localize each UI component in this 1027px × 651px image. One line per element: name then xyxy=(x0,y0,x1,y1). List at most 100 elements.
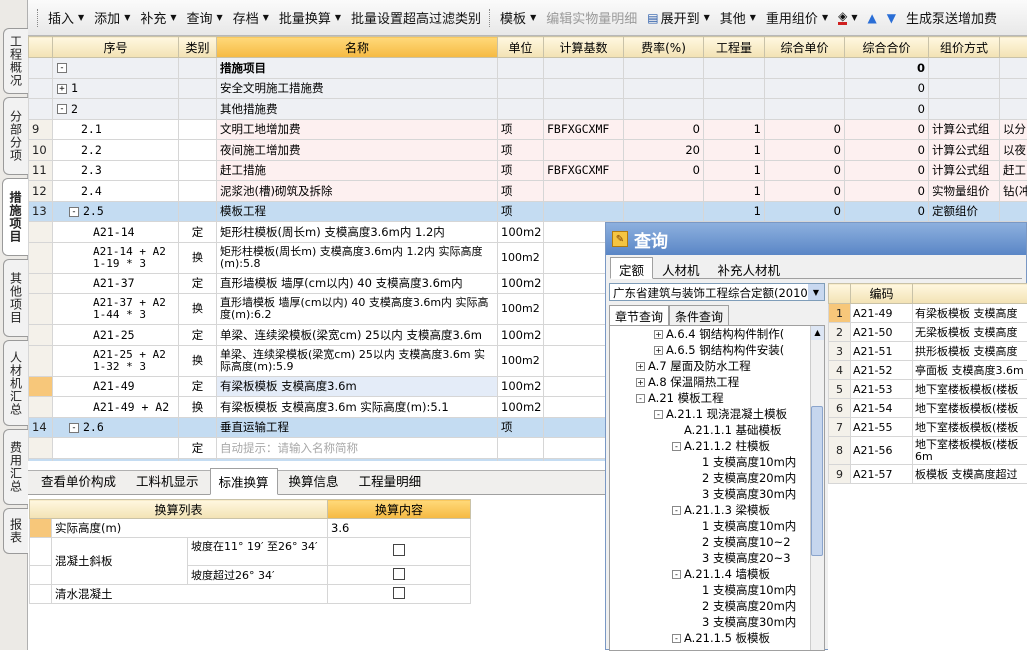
cell-total[interactable]: 0 xyxy=(845,201,929,222)
chevron-down-icon[interactable]: ▼ xyxy=(808,284,824,300)
cell-seq[interactable]: -2.6 xyxy=(53,417,179,438)
header-rate[interactable]: 费率(%) xyxy=(624,37,704,58)
cell-total[interactable]: 0 xyxy=(845,140,929,161)
header-quantity[interactable]: 工程量 xyxy=(704,37,765,58)
cell-seq[interactable]: A21-25 xyxy=(53,325,179,346)
scroll-up-icon[interactable]: ▲ xyxy=(811,326,824,340)
cell-unit[interactable]: 100m2 xyxy=(498,397,544,418)
cell-base[interactable] xyxy=(544,201,624,222)
cell-rate[interactable] xyxy=(624,99,704,120)
cell-cat[interactable] xyxy=(179,201,217,222)
cell-qty[interactable]: 1 xyxy=(704,119,765,140)
cell-unit[interactable]: 100m2 xyxy=(498,273,544,294)
tree-collapse-icon[interactable]: - xyxy=(672,634,681,643)
cell-extra[interactable] xyxy=(1000,201,1027,222)
cell-total[interactable]: 0 xyxy=(845,160,929,181)
cell-name[interactable]: 单梁、连续梁模板(梁宽cm) 25以内 支模高度3.6m 实际高度(m):5.9 xyxy=(217,345,498,376)
cell-seq[interactable]: -2.5 xyxy=(53,201,179,222)
other-menu[interactable]: 其他▼ xyxy=(715,8,761,27)
tree-node[interactable]: +A.8 保温隔热工程 xyxy=(610,374,824,390)
cell-unit[interactable]: 项 xyxy=(498,417,544,438)
conversion-row[interactable]: 实际高度(m) 3.6 xyxy=(30,519,471,538)
result-row[interactable]: 1A21-49有梁板模板 支模高度 xyxy=(829,304,1027,323)
scroll-thumb[interactable] xyxy=(811,406,823,556)
tree-expand-icon[interactable]: + xyxy=(654,330,663,339)
cell-unit[interactable]: 项 xyxy=(498,181,544,202)
tab-conversion-info[interactable]: 换算信息 xyxy=(280,467,348,494)
cell-extra[interactable] xyxy=(1000,99,1027,120)
cell-rate[interactable] xyxy=(624,58,704,79)
cell-price[interactable]: 0 xyxy=(765,140,845,161)
cell-name[interactable]: 有梁板模板 支模高度3.6m xyxy=(217,376,498,397)
result-row[interactable]: 7A21-55地下室楼板模板(楼板 xyxy=(829,418,1027,437)
cell-qty[interactable]: 1 xyxy=(704,201,765,222)
tree-node[interactable]: 3 支模高度30m内 xyxy=(610,486,824,502)
header-name[interactable]: 名称 xyxy=(217,37,498,58)
quota-book-select[interactable]: 广东省建筑与装饰工程综合定额(2010) ▼ xyxy=(609,283,825,301)
cell-rate[interactable]: 0 xyxy=(624,160,704,181)
cell-name[interactable]: 赶工措施 xyxy=(217,160,498,181)
cell-extra[interactable]: 钻(冲 xyxy=(1000,181,1027,202)
tree-node[interactable]: -A.21.1.4 墙模板 xyxy=(610,566,824,582)
cell-name[interactable]: 直形墙模板 墙厚(cm以内) 40 支模高度3.6m内 xyxy=(217,273,498,294)
tree-node[interactable]: +A.7 屋面及防水工程 xyxy=(610,358,824,374)
cell-cat[interactable] xyxy=(179,78,217,99)
template-menu[interactable]: 模板▼ xyxy=(495,8,541,27)
cell-qty[interactable] xyxy=(704,58,765,79)
cell-name[interactable]: 垂直运输工程 xyxy=(217,417,498,438)
cell-base[interactable] xyxy=(544,99,624,120)
cell-cat[interactable]: 定 xyxy=(179,325,217,346)
cell-cat[interactable] xyxy=(179,99,217,120)
tree-node[interactable]: +A.6.4 钢结构构件制作( xyxy=(610,326,824,342)
cell-base[interactable] xyxy=(544,58,624,79)
tree-node[interactable]: 1 支模高度10m内 xyxy=(610,582,824,598)
cell-base[interactable] xyxy=(544,181,624,202)
cell-extra[interactable]: 以分 xyxy=(1000,119,1027,140)
tree-collapse-icon[interactable]: - xyxy=(654,410,663,419)
cell-name[interactable]: 安全文明施工措施费 xyxy=(217,78,498,99)
result-row[interactable]: 4A21-52亭面板 支模高度3.6m xyxy=(829,361,1027,380)
cell-name[interactable]: 措施项目 xyxy=(217,58,498,79)
tree-node[interactable]: 2 支模高度20m内 xyxy=(610,598,824,614)
tab-standard-conversion[interactable]: 标准换算 xyxy=(210,468,278,495)
cell-total[interactable]: 0 xyxy=(845,99,929,120)
cell-cat[interactable]: 定 xyxy=(179,273,217,294)
header-unit-price[interactable]: 综合单价 xyxy=(765,37,845,58)
cell-name[interactable]: 其他措施费 xyxy=(217,99,498,120)
cell-method[interactable]: 计算公式组 xyxy=(929,140,1000,161)
cell-method[interactable]: 计算公式组 xyxy=(929,160,1000,181)
cell-method[interactable]: 计算公式组 xyxy=(929,119,1000,140)
cell-cat[interactable] xyxy=(179,58,217,79)
cell-seq[interactable]: +1 xyxy=(53,78,179,99)
tree-node[interactable]: 3 支模高度20~3 xyxy=(610,550,824,566)
cell-unit[interactable]: 项 xyxy=(498,119,544,140)
tab-quota[interactable]: 定额 xyxy=(610,257,653,279)
cell-unit[interactable] xyxy=(498,78,544,99)
tree-node[interactable]: 2 支模高度10~2 xyxy=(610,534,824,550)
header-unit[interactable]: 单位 xyxy=(498,37,544,58)
cell-price[interactable]: 0 xyxy=(765,201,845,222)
cell-method[interactable] xyxy=(929,99,1000,120)
cell-base[interactable]: FBFXGCXMF xyxy=(544,160,624,181)
cell-base[interactable] xyxy=(544,78,624,99)
tab-labor-material-display[interactable]: 工料机显示 xyxy=(127,467,208,494)
result-row[interactable]: 2A21-50无梁板模板 支模高度 xyxy=(829,323,1027,342)
clear-concrete-checkbox[interactable] xyxy=(393,587,405,599)
header-calc-base[interactable]: 计算基数 xyxy=(544,37,624,58)
nav-tab-labor-material-summary[interactable]: 人材机汇总 xyxy=(3,340,28,426)
collapse-toggle-icon[interactable]: - xyxy=(57,63,67,73)
cell-unit[interactable] xyxy=(498,438,544,459)
collapse-toggle-icon[interactable]: - xyxy=(57,104,67,114)
cell-method[interactable]: 定额组价 xyxy=(929,201,1000,222)
nav-tab-other-items[interactable]: 其他项目 xyxy=(3,259,28,337)
cell-method[interactable]: 实物量组价 xyxy=(929,181,1000,202)
cell-qty[interactable]: 1 xyxy=(704,140,765,161)
cell-extra[interactable]: 以夜 xyxy=(1000,140,1027,161)
edit-detail-button[interactable]: 编辑实物量明细 xyxy=(541,8,642,27)
cell-unit[interactable]: 100m2 xyxy=(498,242,544,273)
cell-qty[interactable]: 1 xyxy=(704,181,765,202)
cell-cat[interactable] xyxy=(179,181,217,202)
cell-method[interactable] xyxy=(929,78,1000,99)
cell-name[interactable]: 自动提示：请输入名称简称 xyxy=(217,438,498,459)
cell-seq[interactable]: A21-49 xyxy=(53,376,179,397)
